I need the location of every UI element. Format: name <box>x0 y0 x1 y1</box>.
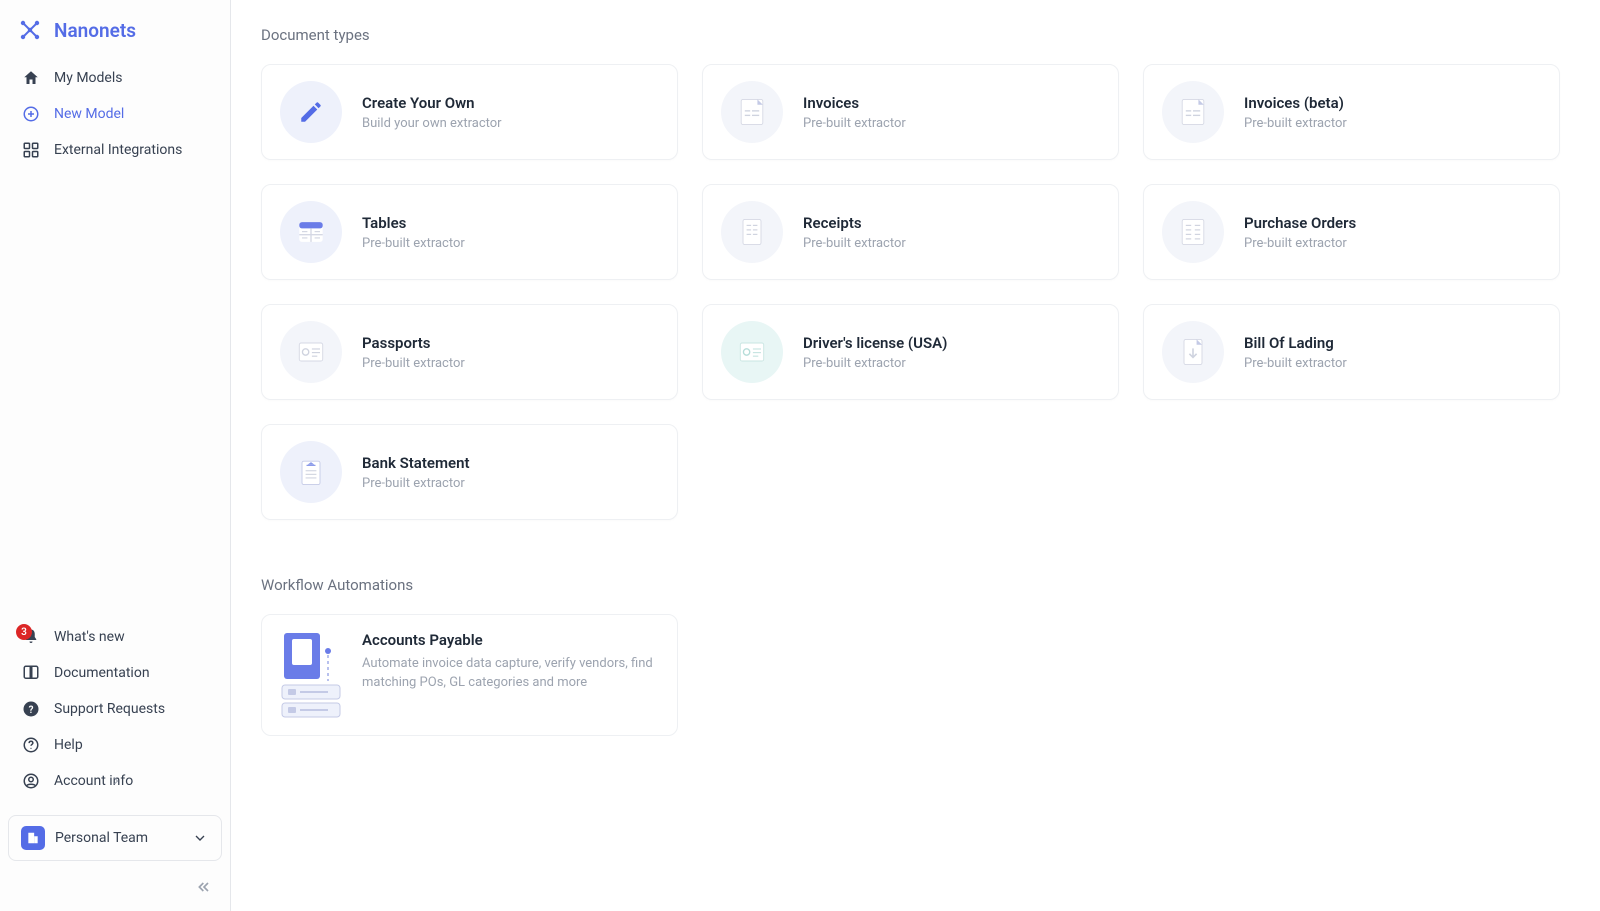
nav-top: My Models New Model External Integration… <box>0 60 230 168</box>
card-subtitle: Pre-built extractor <box>803 116 906 131</box>
brand-name: Nanonets <box>54 19 136 42</box>
bell-icon: 3 <box>22 628 40 646</box>
card-title: Invoices <box>803 94 906 112</box>
card-subtitle: Pre-built extractor <box>1244 116 1347 131</box>
card-purchase-orders[interactable]: Purchase Orders Pre-built extractor <box>1143 184 1560 280</box>
card-bank-statement[interactable]: Bank Statement Pre-built extractor <box>261 424 678 520</box>
sidebar-item-label: What's new <box>54 629 125 645</box>
svg-text:?: ? <box>29 705 34 716</box>
card-subtitle: Pre-built extractor <box>362 356 465 371</box>
sidebar: Nanonets My Models New Model External In… <box>0 0 231 911</box>
card-title: Tables <box>362 214 465 232</box>
card-title: Passports <box>362 334 465 352</box>
plus-circle-icon <box>22 105 40 123</box>
card-invoices-beta[interactable]: Invoices (beta) Pre-built extractor <box>1143 64 1560 160</box>
collapse-row <box>0 869 230 911</box>
team-selector[interactable]: Personal Team <box>8 815 222 861</box>
receipt-icon <box>721 201 783 263</box>
team-badge-icon <box>21 826 45 850</box>
sidebar-item-help[interactable]: Help <box>8 727 222 763</box>
chevron-double-left-icon <box>196 879 212 895</box>
sidebar-item-new-model[interactable]: New Model <box>8 96 222 132</box>
workflow-illustration-icon <box>280 631 342 719</box>
card-title: Create Your Own <box>362 94 502 112</box>
card-subtitle: Pre-built extractor <box>1244 356 1347 371</box>
section-title-workflow-automations: Workflow Automations <box>261 576 1560 594</box>
sidebar-item-label: External Integrations <box>54 142 182 158</box>
document-types-grid: Create Your Own Build your own extractor… <box>261 64 1560 520</box>
section-title-document-types: Document types <box>261 26 1560 44</box>
brand[interactable]: Nanonets <box>0 0 230 60</box>
card-subtitle: Pre-built extractor <box>1244 236 1356 251</box>
chevron-down-icon <box>191 829 209 847</box>
card-title: Receipts <box>803 214 906 232</box>
workflow-card-accounts-payable[interactable]: Accounts Payable Automate invoice data c… <box>261 614 678 736</box>
card-subtitle: Pre-built extractor <box>803 236 906 251</box>
card-title: Driver's license (USA) <box>803 334 947 352</box>
passport-icon <box>280 321 342 383</box>
card-bill-of-lading[interactable]: Bill Of Lading Pre-built extractor <box>1143 304 1560 400</box>
card-title: Purchase Orders <box>1244 214 1356 232</box>
card-subtitle: Build your own extractor <box>362 116 502 131</box>
sidebar-item-external-integrations[interactable]: External Integrations <box>8 132 222 168</box>
user-circle-icon <box>22 772 40 790</box>
workflow-grid: Accounts Payable Automate invoice data c… <box>261 614 1560 736</box>
id-card-icon <box>721 321 783 383</box>
sidebar-item-label: Help <box>54 737 83 753</box>
help-circle-icon <box>22 736 40 754</box>
document-download-icon <box>1162 321 1224 383</box>
chevron-right-icon <box>127 772 145 790</box>
notification-badge: 3 <box>16 624 32 640</box>
card-title: Bank Statement <box>362 454 469 472</box>
card-tables[interactable]: Tables Pre-built extractor <box>261 184 678 280</box>
table-icon <box>280 201 342 263</box>
grid-icon <box>22 141 40 159</box>
collapse-sidebar-button[interactable] <box>192 875 216 899</box>
document-icon <box>1162 201 1224 263</box>
home-icon <box>22 69 40 87</box>
brand-logo-icon <box>18 18 42 42</box>
sidebar-item-label: My Models <box>54 70 122 86</box>
book-icon <box>22 664 40 682</box>
sidebar-item-support-requests[interactable]: ? Support Requests <box>8 691 222 727</box>
card-subtitle: Pre-built extractor <box>803 356 947 371</box>
card-subtitle: Pre-built extractor <box>362 476 469 491</box>
card-title: Invoices (beta) <box>1244 94 1347 112</box>
sidebar-item-documentation[interactable]: Documentation <box>8 655 222 691</box>
sidebar-item-label: Documentation <box>54 665 150 681</box>
card-title: Bill Of Lading <box>1244 334 1347 352</box>
sidebar-item-label: Support Requests <box>54 701 165 717</box>
workflow-title: Accounts Payable <box>362 631 659 649</box>
workflow-subtitle: Automate invoice data capture, verify ve… <box>362 655 659 693</box>
sidebar-item-my-models[interactable]: My Models <box>8 60 222 96</box>
card-invoices[interactable]: Invoices Pre-built extractor <box>702 64 1119 160</box>
nav-bottom: 3 What's new Documentation ? Support Req… <box>0 619 230 805</box>
document-icon <box>1162 81 1224 143</box>
card-drivers-license[interactable]: Driver's license (USA) Pre-built extract… <box>702 304 1119 400</box>
card-receipts[interactable]: Receipts Pre-built extractor <box>702 184 1119 280</box>
team-label: Personal Team <box>55 830 181 846</box>
pencil-icon <box>280 81 342 143</box>
sidebar-item-whats-new[interactable]: 3 What's new <box>8 619 222 655</box>
main-content: Document types Create Your Own Build you… <box>231 0 1600 911</box>
document-icon <box>721 81 783 143</box>
card-create-your-own[interactable]: Create Your Own Build your own extractor <box>261 64 678 160</box>
support-icon: ? <box>22 700 40 718</box>
sidebar-item-account-info[interactable]: Account info <box>8 763 222 799</box>
card-subtitle: Pre-built extractor <box>362 236 465 251</box>
sidebar-item-label: New Model <box>54 106 124 122</box>
bank-document-icon <box>280 441 342 503</box>
card-passports[interactable]: Passports Pre-built extractor <box>261 304 678 400</box>
